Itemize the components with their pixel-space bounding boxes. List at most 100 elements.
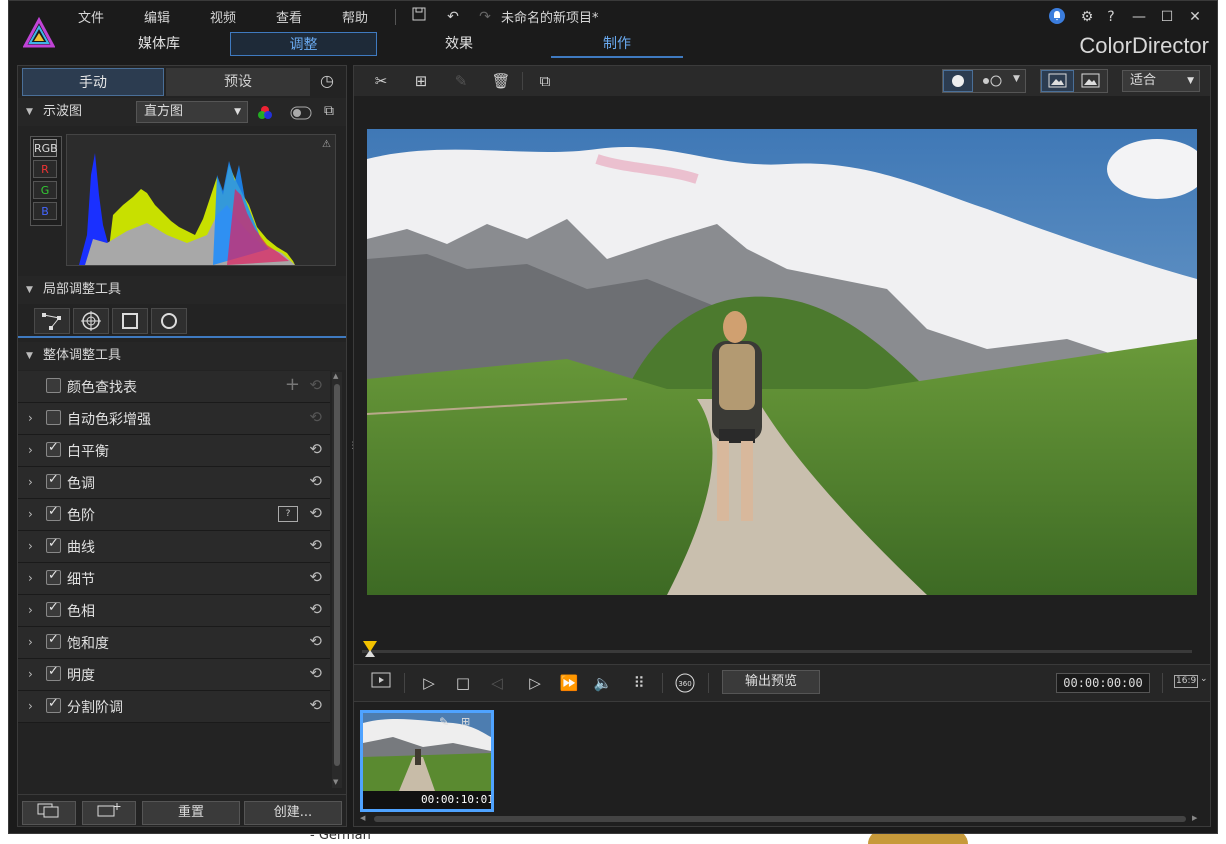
lightness-checkbox[interactable] (46, 664, 61, 681)
chevron-right-icon[interactable]: › (28, 411, 33, 425)
scroll-up-icon[interactable]: ▲ (333, 372, 338, 380)
lut-checkbox[interactable] (46, 378, 61, 393)
reset-icon[interactable]: ⟲ (309, 600, 322, 618)
timecode-display[interactable]: 00:00:00:00 (1056, 673, 1150, 693)
levels-checkbox[interactable] (46, 504, 61, 521)
channel-r[interactable]: R (33, 160, 57, 178)
chevron-down-icon[interactable]: ⌄ (1200, 674, 1208, 684)
reset-icon[interactable]: ⟲ (309, 696, 322, 714)
menu-help[interactable]: 帮助 (342, 7, 368, 26)
minimize-icon[interactable]: — (1129, 7, 1149, 27)
hue-checkbox[interactable] (46, 600, 61, 617)
adj-row-split-toning[interactable]: › 分割阶调 ⟲ (18, 691, 330, 723)
fast-forward-icon[interactable]: ⏩ (558, 672, 580, 694)
global-tools-header[interactable]: ▼ 整体调整工具 (18, 342, 346, 370)
panel-splitter[interactable]: ⋮ (348, 441, 357, 455)
white-balance-checkbox[interactable] (46, 440, 61, 457)
adj-row-lut[interactable]: 颜色查找表 + ⟲ (18, 371, 330, 403)
scroll-right-icon[interactable]: ▶ (1192, 814, 1197, 822)
undo-icon[interactable]: ↶ (443, 7, 463, 27)
save-icon[interactable] (409, 7, 429, 27)
scroll-left-icon[interactable]: ◀ (360, 814, 365, 822)
reset-icon[interactable]: ⟲ (309, 504, 322, 522)
scrollbar-thumb[interactable] (374, 816, 1186, 822)
snapshot-icon[interactable]: ⠿ (628, 672, 650, 694)
add-icon[interactable]: + (285, 374, 300, 395)
reset-icon[interactable]: ⟲ (309, 472, 322, 490)
popout-icon[interactable]: ⧉ (324, 103, 344, 123)
create-button[interactable]: 创建... (244, 801, 342, 825)
menu-view[interactable]: 查看 (276, 7, 302, 26)
chevron-right-icon[interactable]: › (28, 443, 33, 457)
redo-icon[interactable]: ↷ (475, 7, 495, 27)
export-preview-button[interactable]: 输出预览 (722, 670, 820, 694)
chevron-right-icon[interactable]: › (28, 539, 33, 553)
adj-row-detail[interactable]: › 细节 ⟲ (18, 563, 330, 595)
notification-icon[interactable] (1047, 7, 1067, 27)
chevron-right-icon[interactable]: › (28, 603, 33, 617)
rgb-overlay-icon[interactable] (256, 104, 274, 122)
chevron-down-icon[interactable]: ▼ (1013, 74, 1020, 84)
video-preview[interactable] (367, 129, 1197, 595)
next-frame-icon[interactable]: ▷ (524, 672, 546, 694)
levels-help-icon[interactable]: ? (278, 506, 298, 522)
tab-produce[interactable]: 制作 (551, 32, 683, 58)
scrollbar-thumb[interactable] (334, 384, 340, 766)
clip-adjust-icon[interactable]: ⊞ (461, 715, 470, 728)
delete-icon[interactable]: 🗑 (490, 70, 512, 92)
previous-frame-icon[interactable]: ◁ (486, 672, 508, 694)
adj-row-lightness[interactable]: › 明度 ⟲ (18, 659, 330, 691)
mask-overlay-button[interactable] (973, 70, 1011, 92)
scroll-down-icon[interactable]: ▼ (333, 778, 338, 786)
reset-icon[interactable]: ⟲ (309, 632, 322, 650)
chevron-right-icon[interactable]: › (28, 635, 33, 649)
clip-bin-scrollbar[interactable]: ◀ ▶ (360, 814, 1202, 824)
tone-checkbox[interactable] (46, 472, 61, 489)
view-360-icon[interactable]: 360 (674, 673, 696, 693)
history-icon[interactable]: ◷ (316, 70, 338, 92)
help-icon[interactable]: ? (1101, 7, 1121, 27)
scope-type-dropdown[interactable]: 直方图 ▼ (136, 101, 248, 123)
split-view-button[interactable] (1074, 70, 1107, 92)
adj-row-saturation[interactable]: › 饱和度 ⟲ (18, 627, 330, 659)
reset-icon[interactable]: ⟲ (309, 536, 322, 554)
auto-color-checkbox[interactable] (46, 410, 61, 425)
aspect-ratio-button[interactable]: 16:9 (1174, 675, 1199, 688)
tab-effects[interactable]: 效果 (409, 32, 509, 56)
transform-icon[interactable]: ⧉ (534, 70, 556, 92)
reset-icon[interactable]: ⟲ (309, 664, 322, 682)
menu-edit[interactable]: 编辑 (144, 7, 170, 26)
adj-row-white-balance[interactable]: › 白平衡 ⟲ (18, 435, 330, 467)
crop-tool-icon[interactable]: ✂ (370, 70, 392, 92)
clipping-warning-icon[interactable]: ⚠ (322, 139, 331, 150)
detail-checkbox[interactable] (46, 568, 61, 585)
adj-row-auto-color[interactable]: › 自动色彩增强 ⟲ (18, 403, 330, 435)
stop-icon[interactable]: □ (452, 672, 474, 694)
channel-b[interactable]: B (33, 202, 57, 220)
adjustments-scrollbar[interactable]: ▲ ▼ (332, 372, 342, 788)
tab-preset[interactable]: 预设 (166, 68, 310, 96)
reset-icon[interactable]: ⟲ (309, 408, 322, 426)
reset-icon[interactable]: ⟲ (309, 440, 322, 458)
menu-file[interactable]: 文件 (78, 7, 104, 26)
adj-row-curves[interactable]: › 曲线 ⟲ (18, 531, 330, 563)
circle-mask-icon[interactable] (151, 308, 187, 334)
scope-toggle-icon[interactable] (290, 106, 312, 120)
timeline-scrubber-track[interactable] (362, 650, 1192, 653)
tab-adjust[interactable]: 调整 (230, 32, 377, 56)
straighten-icon[interactable]: ⊞ (410, 70, 432, 92)
split-toning-checkbox[interactable] (46, 696, 61, 713)
play-icon[interactable]: ▷ (418, 672, 440, 694)
single-view-button[interactable] (1041, 70, 1074, 92)
rectangle-mask-icon[interactable] (112, 308, 148, 334)
menu-video[interactable]: 视频 (210, 7, 236, 26)
radial-mask-icon[interactable] (73, 308, 109, 334)
maximize-icon[interactable]: ☐ (1157, 7, 1177, 27)
saturation-checkbox[interactable] (46, 632, 61, 649)
adj-row-hue[interactable]: › 色相 ⟲ (18, 595, 330, 627)
preview-mode-icon[interactable] (370, 672, 392, 694)
compare-view-button[interactable] (22, 801, 76, 825)
reset-icon[interactable]: ⟲ (309, 568, 322, 586)
zoom-dropdown[interactable]: 适合 ▼ (1122, 70, 1200, 92)
add-preset-button[interactable] (82, 801, 136, 825)
